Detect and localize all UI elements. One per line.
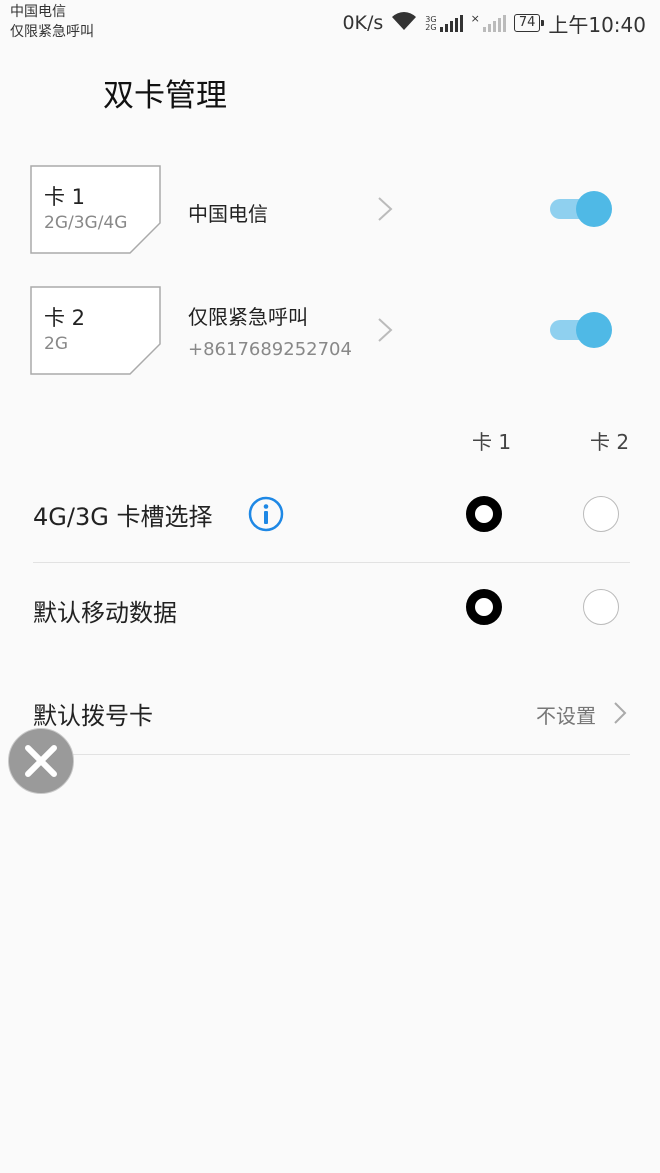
sim-operator: 仅限紧急呼叫 [188, 305, 308, 329]
wifi-icon [391, 11, 417, 35]
signal-label-2g: 2G [425, 23, 437, 32]
floating-close-button[interactable] [8, 728, 74, 794]
sim-card-label: 卡 1 [44, 185, 86, 209]
status-icons: 0K/s 3G 2G × 74 上午10:40 [342, 8, 646, 38]
default-data-label: 默认移动数据 [33, 599, 177, 627]
carrier-name: 中国电信 [10, 4, 66, 20]
sim-card-network: 2G/3G/4G [44, 213, 128, 233]
battery-icon: 74 [513, 14, 544, 32]
sim-card-network: 2G [44, 334, 68, 354]
default-data-radio-card2[interactable] [583, 589, 619, 625]
slot-select-radio-card1[interactable] [466, 496, 502, 532]
divider [33, 562, 630, 563]
signal-icon: 3G 2G [425, 14, 463, 32]
default-data-radio-card1[interactable] [466, 589, 502, 625]
slot-select-label: 4G/3G 卡槽选择 [33, 503, 213, 531]
page-title: 双卡管理 [103, 78, 227, 114]
carrier-status: 仅限紧急呼叫 [10, 24, 94, 40]
chevron-right-icon[interactable] [612, 700, 628, 730]
column-header-card2: 卡 2 [590, 430, 630, 454]
status-bar: 中国电信 仅限紧急呼叫 0K/s 3G 2G × 74 上午10:40 [0, 0, 660, 46]
sim2-enable-toggle[interactable] [550, 311, 612, 349]
sim-phone-number: +8617689252704 [188, 339, 352, 360]
default-dial-label[interactable]: 默认拨号卡 [33, 696, 153, 731]
clock: 上午10:40 [548, 12, 646, 37]
divider [33, 754, 630, 755]
chevron-right-icon [376, 316, 394, 348]
sim-card-label: 卡 2 [44, 306, 86, 330]
default-dial-value[interactable]: 不设置 [536, 700, 596, 729]
sim-card-icon: 卡 1 2G/3G/4G [30, 165, 161, 254]
info-icon[interactable] [248, 496, 284, 532]
sim1-enable-toggle[interactable] [550, 190, 612, 228]
sim-card-icon: 卡 2 2G [30, 286, 161, 375]
close-icon [25, 745, 57, 777]
column-header-card1: 卡 1 [472, 430, 512, 454]
sim-operator: 中国电信 [188, 202, 268, 226]
signal-icon: × [471, 13, 506, 32]
sim-row-card1[interactable]: 卡 1 2G/3G/4G 中国电信 [0, 165, 660, 255]
sim-row-card2[interactable]: 卡 2 2G 仅限紧急呼叫 +8617689252704 [0, 286, 660, 376]
slot-select-radio-card2[interactable] [583, 496, 619, 532]
chevron-right-icon [376, 195, 394, 227]
network-speed: 0K/s [342, 12, 384, 34]
